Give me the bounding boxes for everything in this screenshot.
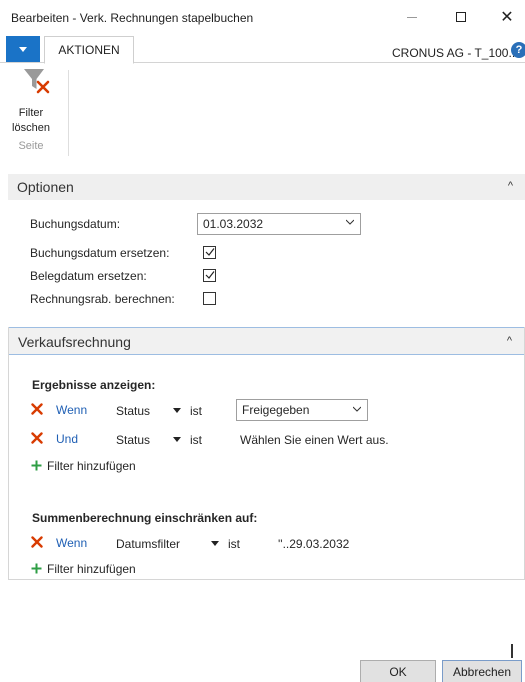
filter-value: Freigegeben	[242, 403, 310, 417]
replace-document-date-checkbox[interactable]	[203, 269, 216, 282]
filter-field[interactable]: Status	[116, 404, 150, 418]
chevron-down-icon	[346, 219, 354, 225]
add-filter-link[interactable]: Filter hinzufügen	[47, 459, 136, 473]
filter-value-placeholder[interactable]: Wählen Sie einen Wert aus.	[240, 433, 389, 447]
remove-icon[interactable]	[31, 432, 43, 444]
posting-date-value: 01.03.2032	[203, 217, 264, 231]
ribbon-divider	[68, 70, 69, 156]
maximize-icon	[456, 12, 466, 22]
clear-filter-label-1: Filter	[18, 107, 44, 119]
title-bar: Bearbeiten - Verk. Rechnungen stapelbuch…	[0, 0, 525, 34]
calc-invoice-discount-checkbox[interactable]	[203, 292, 216, 305]
clear-filter-label-2: löschen	[12, 122, 50, 134]
totals-label: Summenberechnung einschränken auf:	[32, 511, 258, 525]
minimize-icon	[407, 16, 417, 18]
tab-aktionen[interactable]: AKTIONEN	[44, 36, 134, 64]
totals-filter-operator: ist	[228, 537, 240, 551]
options-section-title: Optionen	[17, 179, 74, 195]
ribbon-group-label: Seite	[18, 140, 44, 152]
filter-field[interactable]: Status	[116, 433, 150, 447]
filter-value-select[interactable]: Freigegeben	[236, 399, 368, 421]
help-icon[interactable]: ?	[511, 42, 525, 58]
cancel-button[interactable]: Abbrechen	[442, 660, 522, 682]
calc-invoice-discount-label: Rechnungsrab. berechnen:	[30, 292, 175, 306]
checkmark-icon	[205, 271, 215, 279]
filter-operator: ist	[190, 404, 202, 418]
totals-filter-value[interactable]: ''..29.03.2032	[278, 537, 349, 551]
remove-icon[interactable]	[31, 536, 43, 548]
close-button[interactable]: ✕	[485, 4, 525, 30]
window-title: Bearbeiten - Verk. Rechnungen stapelbuch…	[11, 11, 254, 25]
plus-icon[interactable]	[31, 460, 42, 471]
chevron-down-icon[interactable]	[173, 408, 181, 413]
filter-operator: ist	[190, 433, 202, 447]
replace-document-date-label: Belegdatum ersetzen:	[30, 269, 147, 283]
ok-button[interactable]: OK	[360, 660, 436, 682]
add-totals-filter-link[interactable]: Filter hinzufügen	[47, 562, 136, 576]
filter-conjunction[interactable]: Und	[56, 432, 78, 446]
ribbon-menu-button[interactable]	[6, 36, 40, 62]
chevron-down-icon[interactable]	[173, 437, 181, 442]
options-section-header[interactable]: Optionen ^	[8, 174, 525, 200]
clear-filter-button[interactable]: Filter löschen	[2, 66, 60, 142]
replace-posting-date-checkbox[interactable]	[203, 246, 216, 259]
chevron-down-icon	[19, 46, 27, 52]
show-results-label: Ergebnisse anzeigen:	[32, 378, 156, 392]
collapse-icon: ^	[507, 180, 513, 192]
chevron-down-icon[interactable]	[211, 541, 219, 546]
clear-filter-icon	[24, 69, 50, 94]
totals-filter-field[interactable]: Datumsfilter	[116, 537, 180, 551]
company-name: CRONUS AG - T_100...	[392, 46, 519, 60]
remove-icon[interactable]	[31, 403, 43, 415]
minimize-button[interactable]	[390, 4, 434, 30]
posting-date-input[interactable]: 01.03.2032	[197, 213, 361, 235]
checkmark-icon	[205, 248, 215, 256]
chevron-down-icon	[353, 406, 361, 412]
filter-conjunction[interactable]: Wenn	[56, 403, 87, 417]
plus-icon[interactable]	[31, 563, 42, 574]
posting-date-label: Buchungsdatum:	[30, 217, 121, 231]
maximize-button[interactable]	[439, 4, 483, 30]
replace-posting-date-label: Buchungsdatum ersetzen:	[30, 246, 170, 260]
totals-filter-conjunction[interactable]: Wenn	[56, 536, 87, 550]
close-icon: ✕	[500, 7, 514, 26]
text-cursor	[511, 644, 513, 658]
